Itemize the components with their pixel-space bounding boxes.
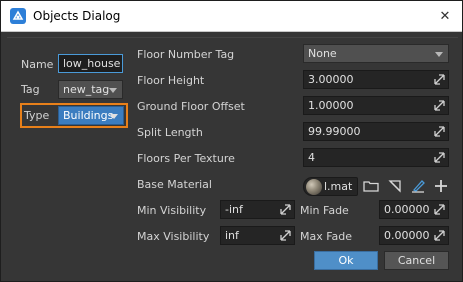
min-fade-label: Min Fade (300, 204, 349, 217)
objects-dialog-window: Objects Dialog ✕ Name low_house Tag new_… (0, 0, 463, 282)
floor-number-tag-label: Floor Number Tag (137, 48, 235, 61)
cancel-button[interactable]: Cancel (384, 251, 449, 270)
window-title: Objects Dialog (33, 9, 121, 23)
floors-per-texture-value: 4 (308, 151, 315, 164)
floors-per-texture-input[interactable]: 4 (303, 148, 449, 167)
drag-spin-icon[interactable] (280, 204, 291, 215)
max-visibility-value: inf (225, 229, 239, 242)
max-fade-input[interactable]: 0.00000 (379, 226, 449, 245)
edit-icon[interactable] (410, 178, 426, 194)
min-fade-input[interactable]: 0.00000 (379, 200, 449, 219)
floor-height-label: Floor Height (137, 74, 205, 87)
title-bar[interactable]: Objects Dialog ✕ (1, 1, 462, 32)
drag-spin-icon[interactable] (280, 230, 291, 241)
split-length-value: 99.99000 (308, 125, 361, 138)
tag-dropdown[interactable]: new_tag (58, 80, 123, 99)
type-label: Type (24, 109, 50, 122)
drag-spin-icon[interactable] (434, 204, 445, 215)
max-fade-value: 0.00000 (384, 229, 430, 242)
drag-spin-icon[interactable] (434, 74, 445, 85)
min-fade-value: 0.00000 (384, 203, 430, 216)
dialog-content: Name low_house Tag new_tag Type Building… (7, 37, 458, 277)
clear-icon[interactable] (387, 178, 403, 194)
max-visibility-label: Max Visibility (137, 230, 210, 243)
material-preview-icon (306, 179, 322, 195)
drag-spin-icon[interactable] (434, 126, 445, 137)
type-dropdown-value: Buildings (63, 109, 114, 122)
floor-number-tag-value: None (308, 47, 337, 60)
name-input[interactable]: low_house (58, 54, 123, 73)
folder-icon[interactable] (363, 178, 379, 194)
drag-spin-icon[interactable] (434, 100, 445, 111)
base-material-field[interactable]: l.mat (303, 177, 358, 196)
drag-spin-icon[interactable] (434, 230, 445, 241)
ground-floor-offset-label: Ground Floor Offset (137, 100, 245, 113)
floor-number-tag-dropdown[interactable]: None (303, 44, 449, 63)
split-length-label: Split Length (137, 126, 203, 139)
max-fade-label: Max Fade (300, 230, 353, 243)
drag-spin-icon[interactable] (434, 152, 445, 163)
name-label: Name (21, 58, 54, 71)
min-visibility-value: -inf (225, 203, 243, 216)
tag-label: Tag (21, 83, 40, 96)
min-visibility-input[interactable]: -inf (220, 200, 295, 219)
app-logo-icon (10, 8, 26, 24)
floor-height-value: 3.00000 (308, 73, 354, 86)
tag-dropdown-value: new_tag (63, 83, 110, 96)
ground-floor-offset-value: 1.00000 (308, 99, 354, 112)
base-material-value: l.mat (324, 180, 353, 193)
close-icon[interactable]: ✕ (428, 1, 462, 32)
base-material-label: Base Material (137, 178, 212, 191)
plus-icon[interactable] (433, 178, 449, 194)
chevron-down-icon (109, 88, 117, 93)
max-visibility-input[interactable]: inf (220, 226, 295, 245)
split-length-input[interactable]: 99.99000 (303, 122, 449, 141)
type-dropdown[interactable]: Buildings (58, 106, 124, 125)
floor-height-input[interactable]: 3.00000 (303, 70, 449, 89)
min-visibility-label: Min Visibility (137, 204, 207, 217)
floors-per-texture-label: Floors Per Texture (137, 152, 235, 165)
chevron-down-icon (110, 114, 118, 119)
ground-floor-offset-input[interactable]: 1.00000 (303, 96, 449, 115)
chevron-down-icon (435, 52, 443, 57)
ok-button[interactable]: Ok (314, 251, 378, 270)
